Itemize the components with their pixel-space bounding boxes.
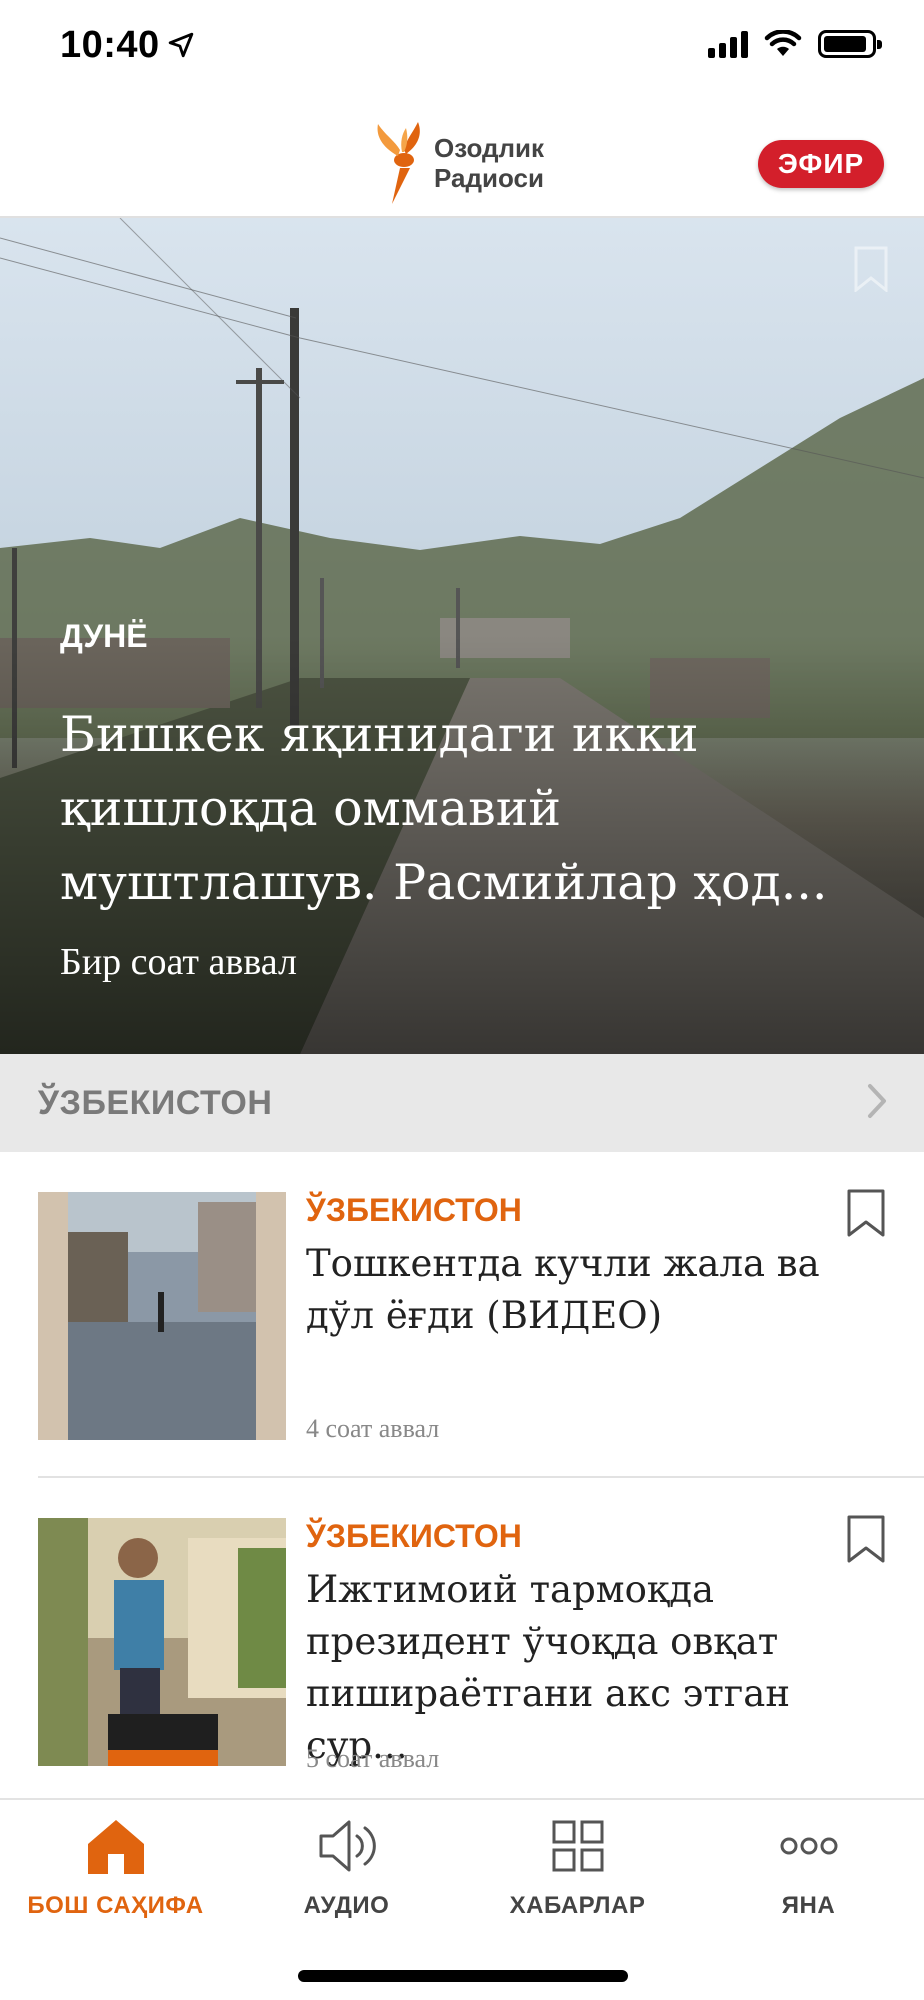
section-title: ЎЗБЕКИСТОН [38, 1084, 273, 1122]
torch-logo-icon [377, 122, 420, 204]
home-indicator[interactable] [298, 1970, 628, 1982]
more-icon [780, 1837, 837, 1855]
logo-text: Озодлик Радиоси [434, 133, 544, 193]
live-button[interactable]: ЭФИР [758, 140, 884, 188]
app-header: Озодлик Радиоси ЭФИР [0, 100, 924, 218]
bookmark-icon[interactable] [854, 246, 888, 292]
tab-home[interactable]: БОШ САҲИФА [0, 1810, 231, 1930]
app-logo[interactable]: Озодлик Радиоси [370, 120, 544, 206]
article-time: 4 соат аввал [306, 1414, 440, 1443]
battery-icon [818, 30, 882, 58]
article-thumbnail [38, 1518, 286, 1766]
hero-time: Бир соат аввал [60, 941, 297, 983]
status-time: 10:40 [60, 24, 160, 66]
tab-label: АУДИО [303, 1892, 390, 1919]
logo-line-2: Радиоси [434, 163, 544, 193]
article-category[interactable]: ЎЗБЕКИСТОН [306, 1518, 522, 1555]
logo-line-1: Озодлик [434, 133, 545, 163]
hero-article[interactable]: ДУНЁ Бишкек яқинидаги икки қишлоқда омма… [0, 218, 924, 1054]
article-thumbnail [38, 1192, 286, 1440]
article-title[interactable]: Ижтимоий тармоқда президент ўчоқда овқат… [306, 1564, 886, 1772]
tab-audio[interactable]: АУДИО [231, 1810, 462, 1930]
article-item[interactable]: ЎЗБЕКИСТОН Тошкентда кучли жала ва дўл ё… [0, 1152, 924, 1478]
wifi-icon [764, 30, 802, 56]
article-category[interactable]: ЎЗБЕКИСТОН [306, 1192, 522, 1229]
tab-label: БОШ САҲИФА [27, 1892, 204, 1919]
tab-more[interactable]: ЯНА [693, 1810, 924, 1930]
cellular-signal-icon [708, 30, 748, 58]
tab-news[interactable]: ХАБАРЛАР [462, 1810, 693, 1930]
status-indicators [708, 30, 882, 58]
article-time: 5 соат аввал [306, 1744, 440, 1773]
section-header-uzbekistan[interactable]: ЎЗБЕКИСТОН [0, 1054, 924, 1152]
article-item[interactable]: ЎЗБЕКИСТОН Ижтимоий тармоқда президент ў… [0, 1478, 924, 1804]
home-icon [87, 1820, 144, 1874]
location-arrow-icon [168, 32, 194, 58]
tab-label: ЯНА [781, 1892, 836, 1919]
bookmark-icon[interactable] [846, 1514, 886, 1564]
status-bar: 10:40 [0, 0, 924, 100]
chevron-right-icon [868, 1084, 886, 1118]
bottom-tab-bar: БОШ САҲИФА АУДИО ХАБАРЛАР ЯНА [0, 1798, 924, 2000]
hero-title[interactable]: Бишкек яқинидаги икки қишлоқда оммавий м… [60, 698, 880, 920]
hero-category[interactable]: ДУНЁ [60, 618, 148, 655]
speaker-icon [319, 1820, 376, 1872]
article-title[interactable]: Тошкентда кучли жала ва дўл ёғди (ВИДЕО) [306, 1238, 886, 1342]
tab-label: ХАБАРЛАР [509, 1892, 646, 1919]
bookmark-icon[interactable] [846, 1188, 886, 1238]
grid-icon [552, 1820, 603, 1872]
